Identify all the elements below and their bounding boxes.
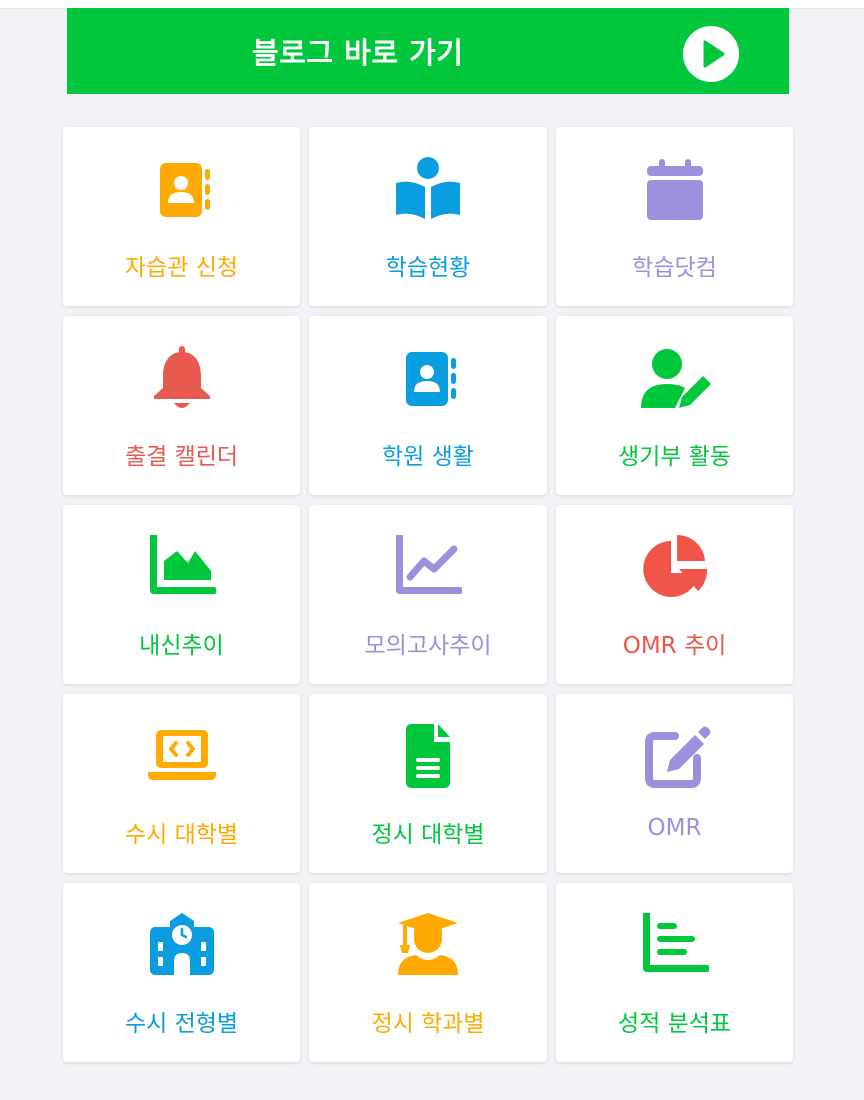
menu-tile-label: 내신추이: [139, 633, 224, 659]
menu-tile[interactable]: 성적 분석표: [556, 883, 793, 1062]
menu-tile-label: OMR 추이: [622, 633, 727, 659]
menu-tile-label: 학습현황: [385, 255, 471, 281]
menu-tile[interactable]: 학습닷컴: [556, 127, 793, 306]
line-chart-icon: [392, 531, 464, 603]
calendar-icon: [639, 153, 711, 225]
menu-tile-label: 정시 학과별: [371, 1011, 485, 1037]
book-reader-icon: [392, 153, 464, 225]
menu-tile[interactable]: 출결 캘린더: [63, 316, 300, 495]
school-icon: [146, 909, 218, 981]
menu-tile[interactable]: 내신추이: [63, 505, 300, 684]
menu-tile-label: 정시 대학별: [371, 822, 485, 848]
menu-tile-label: 수시 전형별: [124, 1011, 239, 1037]
area-chart-icon: [146, 531, 218, 603]
graduate-icon: [392, 909, 464, 981]
menu-tile-label: 학원 생활: [382, 444, 474, 470]
menu-tile[interactable]: 자습관 신청: [63, 127, 300, 306]
menu-tile[interactable]: 수시 대학별: [63, 694, 300, 873]
file-lines-icon: [392, 720, 464, 792]
blog-banner-title: 블로그 바로 가기: [252, 36, 464, 70]
play-button[interactable]: [683, 26, 739, 82]
menu-tile[interactable]: OMR 추이: [556, 505, 793, 684]
blog-banner-button[interactable]: 블로그 바로 가기: [67, 8, 789, 94]
menu-tile-label: OMR: [647, 815, 702, 841]
menu-tile-label: 수시 대학별: [124, 822, 239, 848]
pen-to-square-icon: [639, 720, 711, 792]
menu-tile-label: 성적 분석표: [617, 1011, 732, 1037]
menu-tile-label: 출결 캘린더: [124, 444, 239, 470]
contact-book-icon: [146, 153, 218, 225]
laptop-code-icon: [146, 720, 218, 792]
menu-tile-label: 모의고사추이: [364, 633, 492, 659]
pie-chart-icon: [639, 531, 711, 603]
contact-book-icon: [392, 342, 464, 414]
menu-tile[interactable]: 정시 대학별: [309, 694, 547, 873]
bell-icon: [146, 342, 218, 414]
play-icon: [703, 40, 725, 68]
menu-tile[interactable]: 수시 전형별: [63, 883, 300, 1062]
user-pen-icon: [639, 342, 711, 414]
menu-tile-label: 자습관 신청: [124, 255, 239, 281]
menu-tile-label: 생기부 활동: [617, 444, 732, 470]
menu-tile[interactable]: 생기부 활동: [556, 316, 793, 495]
menu-tile[interactable]: OMR: [556, 694, 793, 873]
menu-tile[interactable]: 정시 학과별: [309, 883, 547, 1062]
menu-tile[interactable]: 학원 생활: [309, 316, 547, 495]
menu-grid: 자습관 신청 학습현황 학습닷컴 출결 캘린더 학원 생활 생기부 활동 내신추…: [63, 127, 793, 1062]
menu-tile-label: 학습닷컴: [632, 255, 717, 281]
menu-tile[interactable]: 학습현황: [309, 127, 547, 306]
bar-chart-icon: [639, 909, 711, 981]
menu-tile[interactable]: 모의고사추이: [309, 505, 547, 684]
